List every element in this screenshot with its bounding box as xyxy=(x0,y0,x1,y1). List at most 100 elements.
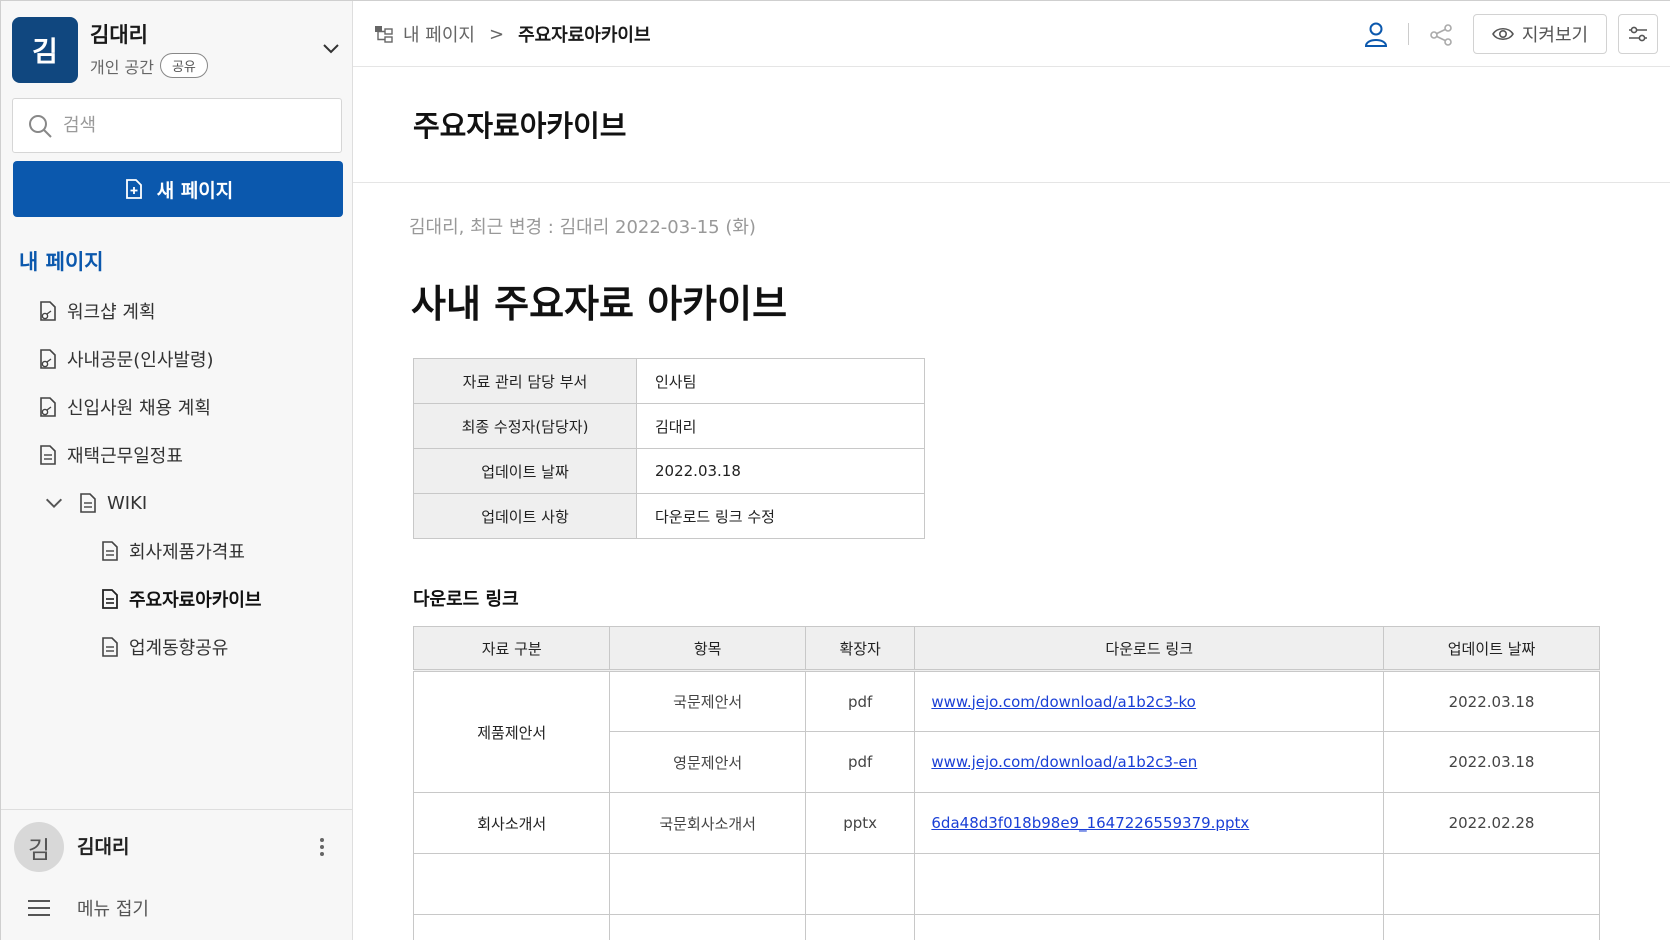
page-tree-icon[interactable] xyxy=(373,23,395,45)
download-link[interactable]: www.jejo.com/download/a1b2c3-ko xyxy=(931,693,1195,711)
breadcrumb: 내 페이지 > 주요자료아카이브 xyxy=(373,1,651,67)
more-vertical-icon[interactable] xyxy=(319,836,325,858)
shared-doc-icon xyxy=(40,397,56,417)
sidebar-item-workshop[interactable]: 워크샵 계획 xyxy=(37,293,156,329)
table-cell-key: 업데이트 사항 xyxy=(413,493,637,539)
search-input[interactable] xyxy=(63,99,333,152)
sidebar-item-industry-trends[interactable]: 업계동향공유 xyxy=(99,629,228,665)
empty-cell xyxy=(914,853,1385,915)
top-bar: 내 페이지 > 주요자료아카이브 지켜보기 xyxy=(353,1,1670,67)
extension-cell: pptx xyxy=(804,792,916,854)
category-cell: 회사소개서 xyxy=(412,792,611,854)
sidebar-item-notice[interactable]: 사내공문(인사발령) xyxy=(37,341,214,377)
download-link[interactable]: 6da48d3f018b98e9_1647226559379.pptx xyxy=(931,814,1249,832)
new-page-button[interactable]: 새 페이지 xyxy=(13,161,343,217)
table-row-empty xyxy=(412,853,1600,915)
sidebar-item-label: 업계동향공유 xyxy=(129,638,229,659)
table-row: 자료 관리 담당 부서 인사팀 xyxy=(413,358,925,404)
document-heading: 사내 주요자료 아카이브 xyxy=(411,282,788,326)
page-settings-button[interactable] xyxy=(1618,14,1658,54)
document-icon xyxy=(102,541,118,561)
table-cell-value: 김대리 xyxy=(636,403,925,449)
workspace-switcher[interactable]: 김 김대리 개인 공간 공유 xyxy=(12,17,342,83)
new-page-label: 새 페이지 xyxy=(156,179,234,202)
workspace-name: 김대리 xyxy=(90,23,148,47)
add-page-icon xyxy=(125,179,142,199)
column-header: 항목 xyxy=(609,626,806,672)
document-icon xyxy=(102,589,118,609)
download-section-title: 다운로드 링크 xyxy=(413,589,519,610)
table-cell-key: 업데이트 날짜 xyxy=(413,448,637,494)
sidebar-item-label: 회사제품가격표 xyxy=(129,542,245,563)
toolbar-divider xyxy=(1408,23,1409,45)
empty-cell xyxy=(1383,853,1600,915)
download-table: 자료 구분 항목 확장자 다운로드 링크 업데이트 날짜 제품제안서 국문제안서… xyxy=(412,626,1600,940)
user-name: 김대리 xyxy=(77,836,130,858)
sidebar-item-archive[interactable]: 주요자료아카이브 xyxy=(99,581,261,617)
collapse-menu-button[interactable]: 메뉴 접기 xyxy=(1,885,353,931)
empty-cell xyxy=(412,914,611,940)
sidebar: 김 김대리 개인 공간 공유 새 페이지 내 페이지 워크샵 계획 사내공문(인… xyxy=(1,1,353,940)
watch-label: 지켜보기 xyxy=(1521,25,1589,46)
empty-cell xyxy=(412,853,611,915)
table-row: 제품제안서 국문제안서 pdf www.jejo.com/download/a1… xyxy=(412,670,1600,793)
sidebar-item-label: 워크샵 계획 xyxy=(67,302,156,323)
shared-doc-icon xyxy=(40,349,56,369)
sidebar-item-label: WIKI xyxy=(107,492,148,514)
shared-doc-icon xyxy=(40,301,56,321)
my-pages-heading[interactable]: 내 페이지 xyxy=(19,246,104,276)
empty-cell xyxy=(804,853,916,915)
link-cell: 6da48d3f018b98e9_1647226559379.pptx xyxy=(914,792,1385,854)
empty-cell xyxy=(804,914,916,940)
table-cell-key: 최종 수정자(담당자) xyxy=(413,403,637,449)
avatar: 김 xyxy=(14,822,64,872)
watch-button[interactable]: 지켜보기 xyxy=(1473,14,1607,54)
sliders-icon xyxy=(1629,26,1647,42)
table-header-row: 자료 구분 항목 확장자 다운로드 링크 업데이트 날짜 xyxy=(412,626,1600,672)
sidebar-item-label: 재택근무일정표 xyxy=(67,446,183,467)
chevron-right-icon: > xyxy=(488,23,505,45)
info-table: 자료 관리 담당 부서 인사팀 최종 수정자(담당자) 김대리 업데이트 날짜 … xyxy=(413,358,925,539)
link-cell: www.jejo.com/download/a1b2c3-en xyxy=(914,731,1385,793)
item-cell: 영문제안서 xyxy=(609,731,806,793)
table-cell-value: 2022.03.18 xyxy=(636,448,925,494)
sidebar-item-hiring[interactable]: 신입사원 채용 계획 xyxy=(37,389,211,425)
column-header: 업데이트 날짜 xyxy=(1383,626,1600,672)
extension-cell: pdf xyxy=(804,731,916,793)
sidebar-item-label: 주요자료아카이브 xyxy=(129,590,262,611)
sidebar-item-price-list[interactable]: 회사제품가격표 xyxy=(99,533,245,569)
share-icon[interactable] xyxy=(1429,23,1453,47)
breadcrumb-parent[interactable]: 내 페이지 xyxy=(403,21,475,47)
table-row: 업데이트 사항 다운로드 링크 수정 xyxy=(413,493,925,539)
extension-cell: pdf xyxy=(804,670,916,732)
sidebar-item-remote-schedule[interactable]: 재택근무일정표 xyxy=(37,437,183,473)
empty-cell xyxy=(609,853,806,915)
main-content: 내 페이지 > 주요자료아카이브 지켜보기 주요자료아카이브 김대리, 최근 변… xyxy=(353,1,1670,940)
document-icon xyxy=(102,637,118,657)
app-window: 김 김대리 개인 공간 공유 새 페이지 내 페이지 워크샵 계획 사내공문(인… xyxy=(0,0,1670,940)
chevron-down-icon[interactable] xyxy=(43,492,65,514)
user-profile[interactable]: 김 김대리 xyxy=(1,809,353,879)
download-link[interactable]: www.jejo.com/download/a1b2c3-en xyxy=(931,753,1197,771)
date-cell: 2022.02.28 xyxy=(1383,792,1600,854)
table-cell-value: 다운로드 링크 수정 xyxy=(636,493,925,539)
sidebar-item-label: 사내공문(인사발령) xyxy=(67,350,214,371)
workspace-subtitle: 개인 공간 공유 xyxy=(90,53,208,78)
table-cell-key: 자료 관리 담당 부서 xyxy=(413,358,637,404)
empty-cell xyxy=(1383,914,1600,940)
page-title[interactable]: 주요자료아카이브 xyxy=(413,103,626,145)
table-row-empty xyxy=(412,914,1600,940)
table-row: 업데이트 날짜 2022.03.18 xyxy=(413,448,925,494)
page-title-bar: 주요자료아카이브 xyxy=(353,67,1670,183)
sidebar-item-wiki[interactable]: WIKI xyxy=(43,485,147,521)
table-cell-value: 인사팀 xyxy=(636,358,925,404)
collapse-menu-label: 메뉴 접기 xyxy=(77,899,149,920)
date-cell: 2022.03.18 xyxy=(1383,670,1600,732)
document-icon xyxy=(40,445,56,465)
date-cell: 2022.03.18 xyxy=(1383,731,1600,793)
user-icon[interactable] xyxy=(1364,21,1388,47)
empty-cell xyxy=(609,914,806,940)
empty-cell xyxy=(914,914,1385,940)
chevron-down-icon[interactable] xyxy=(320,37,342,59)
link-cell: www.jejo.com/download/a1b2c3-ko xyxy=(914,670,1385,732)
